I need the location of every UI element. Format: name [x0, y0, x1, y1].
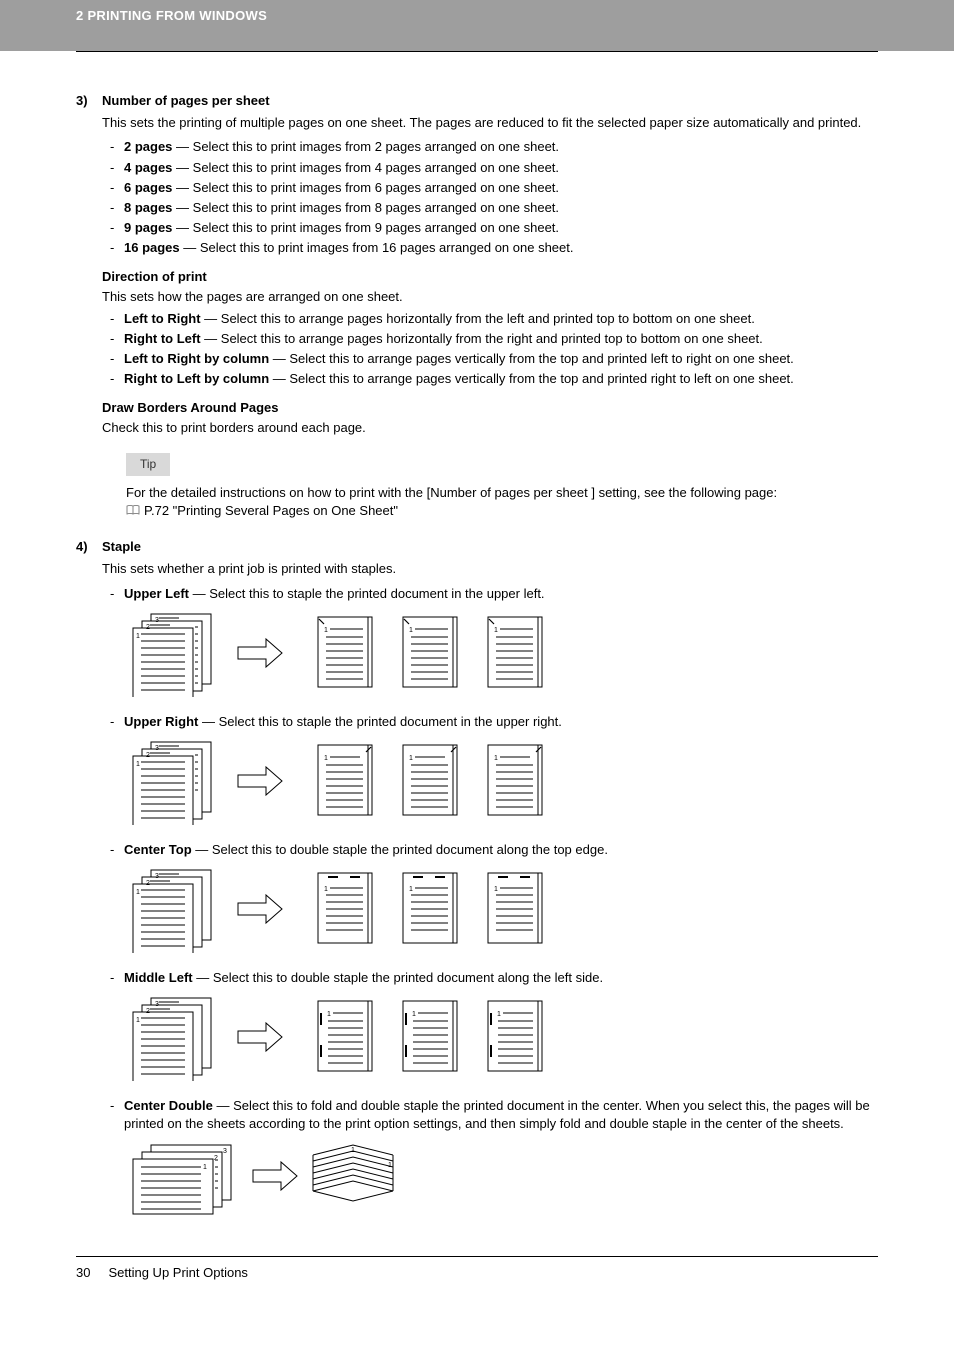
borders-desc: Check this to print borders around each … [102, 419, 878, 437]
footer-title: Setting Up Print Options [108, 1265, 247, 1280]
svg-text:1: 1 [136, 633, 140, 640]
svg-text:1: 1 [409, 886, 413, 893]
opt-4pages: 4 pages — Select this to print images fr… [102, 159, 878, 177]
svg-text:2: 2 [146, 624, 150, 631]
page-content: 3) Number of pages per sheet This sets t… [0, 52, 954, 1256]
staple-middle-left: Middle Left — Select this to double stap… [102, 969, 878, 987]
svg-text:1: 1 [324, 627, 328, 634]
opt-upper-right: Upper Right — Select this to staple the … [102, 713, 878, 731]
book-icon [126, 505, 140, 515]
diagram-center-double: 321 1 1 [128, 1140, 878, 1220]
svg-text:1: 1 [494, 627, 498, 634]
sec4-title: Staple [102, 538, 141, 556]
sec3-options: 2 pages — Select this to print images fr… [102, 138, 878, 257]
section-pages-per-sheet: 3) Number of pages per sheet This sets t… [76, 92, 878, 520]
opt-2pages: 2 pages — Select this to print images fr… [102, 138, 878, 156]
opt-ltr: Left to Right — Select this to arrange p… [102, 310, 878, 328]
svg-text:1: 1 [203, 1164, 207, 1171]
diagram-middle-left: 321 1 1 [128, 993, 878, 1081]
svg-text:1: 1 [497, 1011, 501, 1018]
svg-text:3: 3 [223, 1148, 227, 1155]
sec3-number: 3) [76, 92, 94, 110]
svg-text:1: 1 [412, 1011, 416, 1018]
svg-text:1: 1 [409, 627, 413, 634]
tip-text: For the detailed instructions on how to … [126, 484, 878, 520]
direction-options: Left to Right — Select this to arrange p… [102, 310, 878, 389]
svg-text:1: 1 [351, 1147, 355, 1154]
page-number: 30 [76, 1265, 90, 1280]
svg-text:1: 1 [494, 886, 498, 893]
staple-center-top: Center Top — Select this to double stapl… [102, 841, 878, 859]
svg-text:1: 1 [136, 761, 140, 768]
opt-center-double: Center Double — Select this to fold and … [102, 1097, 878, 1133]
opt-9pages: 9 pages — Select this to print images fr… [102, 219, 878, 237]
staple-center-double: Center Double — Select this to fold and … [102, 1097, 878, 1133]
svg-text:1: 1 [327, 1011, 331, 1018]
opt-8pages: 8 pages — Select this to print images fr… [102, 199, 878, 217]
opt-middle-left: Middle Left — Select this to double stap… [102, 969, 878, 987]
svg-text:1: 1 [409, 755, 413, 762]
direction-title: Direction of print [102, 268, 878, 286]
sec4-number: 4) [76, 538, 94, 556]
opt-ltr-col: Left to Right by column — Select this to… [102, 350, 878, 368]
opt-center-top: Center Top — Select this to double stapl… [102, 841, 878, 859]
chapter-title: 2 PRINTING FROM WINDOWS [76, 8, 267, 23]
sec4-desc: This sets whether a print job is printed… [102, 560, 878, 578]
opt-rtl: Right to Left — Select this to arrange p… [102, 330, 878, 348]
borders-title: Draw Borders Around Pages [102, 399, 878, 417]
svg-text:1: 1 [324, 886, 328, 893]
tip-line2: P.72 "Printing Several Pages on One Shee… [144, 503, 398, 518]
svg-text:1: 1 [136, 1017, 140, 1024]
svg-text:3: 3 [155, 1001, 159, 1008]
svg-text:2: 2 [146, 1008, 150, 1015]
svg-text:2: 2 [146, 880, 150, 887]
svg-text:2: 2 [146, 752, 150, 759]
page-footer: 30 Setting Up Print Options [0, 1257, 954, 1304]
sec3-title: Number of pages per sheet [102, 92, 270, 110]
svg-text:3: 3 [155, 745, 159, 752]
svg-text:3: 3 [155, 873, 159, 880]
staple-upper-left: Upper Left — Select this to staple the p… [102, 585, 878, 603]
sec3-desc: This sets the printing of multiple pages… [102, 114, 878, 132]
section-staple: 4) Staple This sets whether a print job … [76, 538, 878, 1220]
tip-label: Tip [126, 453, 170, 476]
diagram-upper-left: 3 2 1 1 1 [128, 609, 878, 697]
opt-upper-left: Upper Left — Select this to staple the p… [102, 585, 878, 603]
opt-rtl-col: Right to Left by column — Select this to… [102, 370, 878, 388]
opt-16pages: 16 pages — Select this to print images f… [102, 239, 878, 257]
chapter-header: 2 PRINTING FROM WINDOWS [0, 0, 954, 51]
diagram-upper-right: 321 1 1 [128, 737, 878, 825]
diagram-center-top: 321 1 1 [128, 865, 878, 953]
tip-line1: For the detailed instructions on how to … [126, 485, 777, 500]
svg-text:1: 1 [388, 1162, 392, 1169]
staple-upper-right: Upper Right — Select this to staple the … [102, 713, 878, 731]
direction-desc: This sets how the pages are arranged on … [102, 288, 878, 306]
svg-text:1: 1 [324, 755, 328, 762]
svg-text:1: 1 [494, 755, 498, 762]
opt-6pages: 6 pages — Select this to print images fr… [102, 179, 878, 197]
svg-text:1: 1 [136, 889, 140, 896]
svg-text:2: 2 [214, 1155, 218, 1162]
svg-text:3: 3 [155, 617, 159, 624]
